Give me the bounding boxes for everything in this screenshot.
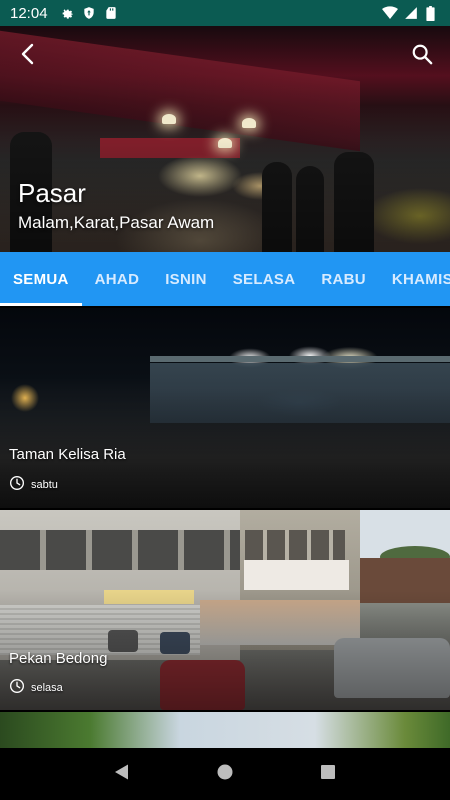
- battery-icon: [426, 6, 440, 21]
- card-day-label: selasa: [31, 681, 63, 694]
- gear-icon: [60, 6, 74, 20]
- search-button[interactable]: [408, 42, 436, 70]
- back-button[interactable]: [14, 42, 42, 70]
- card-day-label: sabtu: [31, 478, 58, 491]
- sd-card-icon: [104, 6, 118, 20]
- status-time: 12:04: [10, 4, 48, 22]
- card-day: sabtu: [9, 475, 58, 494]
- shield-icon: [82, 6, 96, 20]
- card-title: Pekan Bedong: [9, 650, 108, 667]
- status-bar: 12:04: [0, 0, 450, 26]
- card-day: selasa: [9, 678, 63, 697]
- clock-icon: [9, 678, 25, 697]
- clock-icon: [9, 475, 25, 494]
- card-title: Taman Kelisa Ria: [9, 446, 126, 463]
- status-icons-right: [382, 6, 440, 21]
- tab-rabu[interactable]: RABU: [308, 252, 379, 306]
- tab-semua[interactable]: SEMUA: [0, 252, 82, 306]
- tab-khamis[interactable]: KHAMIS: [379, 252, 450, 306]
- system-nav-bar: [0, 748, 450, 800]
- market-card[interactable]: Pekan Bedong selasa: [0, 510, 450, 710]
- wifi-icon: [382, 6, 398, 20]
- day-tabs: SEMUA AHAD ISNIN SELASA RABU KHAMIS: [0, 252, 450, 306]
- page-subtitle: Malam,Karat,Pasar Awam: [18, 213, 215, 232]
- nav-back-button[interactable]: [107, 759, 137, 789]
- header-hero-image: Pasar Malam,Karat,Pasar Awam: [0, 26, 450, 252]
- back-arrow-icon: [20, 43, 36, 70]
- market-card[interactable]: [0, 712, 450, 752]
- tab-isnin[interactable]: ISNIN: [152, 252, 220, 306]
- nav-recents-icon: [320, 764, 336, 785]
- tab-ahad[interactable]: AHAD: [82, 252, 153, 306]
- nav-home-icon: [216, 763, 234, 786]
- nav-home-button[interactable]: [210, 759, 240, 789]
- signal-icon: [404, 6, 418, 20]
- tab-selasa[interactable]: SELASA: [220, 252, 309, 306]
- card-shade: [0, 308, 450, 508]
- market-card[interactable]: Taman Kelisa Ria sabtu: [0, 308, 450, 508]
- nav-back-icon: [113, 763, 131, 786]
- nav-recents-button[interactable]: [313, 759, 343, 789]
- status-icons-left: [60, 6, 118, 20]
- page-title: Pasar: [18, 178, 86, 208]
- search-icon: [411, 43, 433, 70]
- card-shade: [0, 510, 450, 710]
